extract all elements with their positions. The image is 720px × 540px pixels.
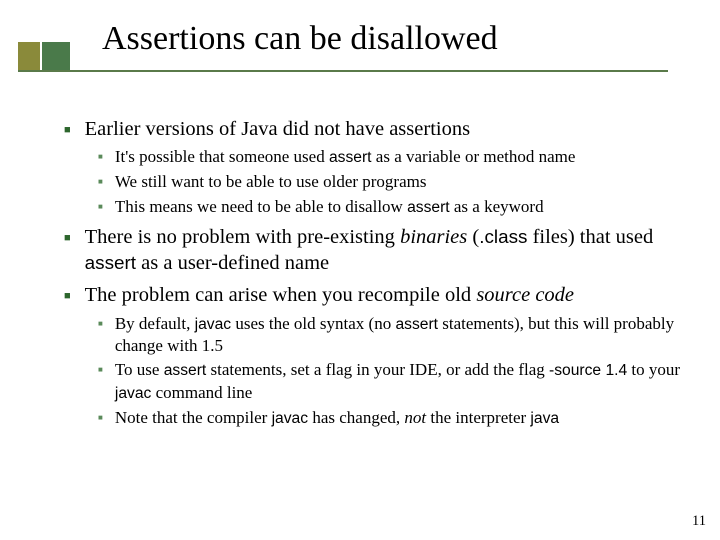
- code-java: java: [530, 410, 559, 427]
- subpoint-text: It's possible that someone used assert a…: [115, 146, 576, 168]
- page-number: 11: [692, 513, 706, 530]
- subpoint-text: Note that the compiler javac has changed…: [115, 407, 559, 429]
- code-javac: javac: [272, 410, 308, 427]
- point-1: ■ Earlier versions of Java did not have …: [64, 116, 686, 142]
- code-class: .class: [479, 226, 527, 247]
- point-3: ■ The problem can arise when you recompi…: [64, 282, 686, 308]
- bullet-icon: ■: [98, 365, 103, 403]
- italic-not: not: [404, 408, 426, 427]
- code-source-flag: -source 1.4: [549, 362, 627, 379]
- subpoint: ■ Note that the compiler javac has chang…: [98, 407, 686, 429]
- bullet-icon: ■: [98, 413, 103, 429]
- subpoint-text: To use assert statements, set a flag in …: [115, 359, 686, 403]
- code-assert: assert: [329, 149, 372, 166]
- code-assert: assert: [395, 316, 438, 333]
- header-accent-right: [42, 42, 70, 70]
- code-javac: javac: [115, 385, 151, 402]
- subpoint: ■ To use assert statements, set a flag i…: [98, 359, 686, 403]
- slide-body: ■ Earlier versions of Java did not have …: [64, 110, 686, 432]
- italic-binaries: binaries: [400, 226, 467, 248]
- slide-title: Assertions can be disallowed: [102, 20, 680, 58]
- point-text: Earlier versions of Java did not have as…: [85, 116, 470, 142]
- bullet-icon: ■: [98, 202, 103, 218]
- bullet-icon: ■: [64, 231, 71, 276]
- point-3-subs: ■ By default, javac uses the old syntax …: [98, 313, 686, 429]
- subpoint-text: By default, javac uses the old syntax (n…: [115, 313, 686, 357]
- subpoint: ■ It's possible that someone used assert…: [98, 146, 686, 168]
- bullet-icon: ■: [98, 319, 103, 357]
- point-2: ■ There is no problem with pre-existing …: [64, 224, 686, 276]
- point-1-subs: ■ It's possible that someone used assert…: [98, 146, 686, 218]
- subpoint: ■ We still want to be able to use older …: [98, 171, 686, 193]
- code-assert: assert: [407, 199, 450, 216]
- header-underline: [18, 70, 668, 72]
- point-text: The problem can arise when you recompile…: [85, 282, 574, 308]
- bullet-icon: ■: [64, 289, 71, 308]
- bullet-icon: ■: [98, 177, 103, 193]
- italic-source-code: source code: [476, 284, 574, 306]
- slide: Assertions can be disallowed ■ Earlier v…: [0, 0, 720, 540]
- subpoint: ■ This means we need to be able to disal…: [98, 196, 686, 218]
- code-javac: javac: [195, 316, 231, 333]
- bullet-icon: ■: [98, 152, 103, 168]
- subpoint: ■ By default, javac uses the old syntax …: [98, 313, 686, 357]
- subpoint-text: This means we need to be able to disallo…: [115, 196, 544, 218]
- code-assert: assert: [164, 362, 207, 379]
- point-text: There is no problem with pre-existing bi…: [85, 224, 686, 276]
- header-accent-left: [18, 42, 40, 70]
- code-assert: assert: [85, 252, 136, 273]
- bullet-icon: ■: [64, 123, 71, 142]
- subpoint-text: We still want to be able to use older pr…: [115, 171, 427, 193]
